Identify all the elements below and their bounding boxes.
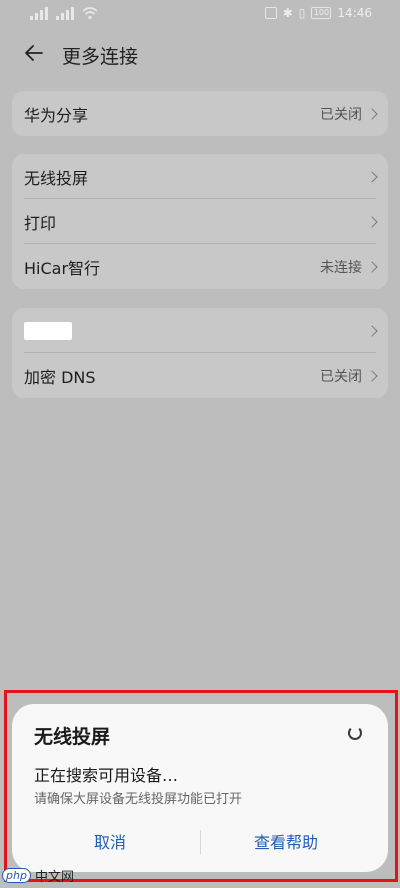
list-item-redacted[interactable] [12,308,388,353]
chevron-right-icon [366,170,378,183]
cancel-button[interactable]: 取消 [94,829,126,853]
signal-icon-2 [56,6,76,20]
button-divider [200,830,201,854]
nfc-icon [264,7,277,19]
status-bar: ✱ ▯ 100 14:46 [0,0,400,30]
list-item-label: 加密 DNS [24,367,96,387]
list-item-private-dns[interactable]: 加密 DNS 已关闭 [12,353,388,398]
dialog-status: 正在搜索可用设备… [34,766,179,785]
card-huawei-share: 华为分享 已关闭 [12,91,388,136]
back-arrow-icon[interactable] [22,41,46,65]
list-item-label: HiCar智行 [24,258,101,278]
battery-icon: 100 [311,7,332,19]
view-help-button[interactable]: 查看帮助 [254,829,318,853]
chevron-right-icon [366,215,378,228]
list-item-huawei-share[interactable]: 华为分享 已关闭 [12,91,388,136]
card-connections: 无线投屏 打印 HiCar智行 未连接 [12,154,388,289]
status-bar-left [30,6,98,20]
list-item-value: 已关闭 [320,106,362,123]
dialog-hint: 请确保大屏设备无线投屏功能已打开 [34,792,243,807]
list-item-print[interactable]: 打印 [12,199,388,244]
list-item-label: 华为分享 [24,105,89,125]
watermark: php 中文网 [2,866,74,885]
signal-icon [30,6,50,20]
chevron-right-icon [366,107,378,120]
chevron-right-icon [366,260,378,273]
page-title: 更多连接 [62,46,139,68]
watermark-site: 中文网 [34,870,74,885]
watermark-logo: php [2,868,31,883]
status-time: 14:46 [337,6,372,20]
list-item-hicar[interactable]: HiCar智行 未连接 [12,244,388,289]
wifi-icon [82,7,98,20]
chevron-right-icon [366,369,378,382]
list-item-label: 打印 [24,213,57,233]
list-item-wireless-projection[interactable]: 无线投屏 [12,154,388,199]
vibrate-icon: ▯ [298,6,306,20]
list-item-value: 已关闭 [320,368,362,385]
status-bar-right: ✱ ▯ 100 14:46 [264,6,372,20]
loading-spinner-icon [348,726,362,740]
bluetooth-icon: ✱ [282,6,293,20]
chevron-right-icon [366,324,378,337]
dialog-title: 无线投屏 [34,726,111,748]
list-item-value: 未连接 [320,259,362,276]
card-network: 加密 DNS 已关闭 [12,308,388,398]
wireless-projection-dialog: 无线投屏 正在搜索可用设备… 请确保大屏设备无线投屏功能已打开 取消 查看帮助 [12,704,388,872]
list-item-label: 无线投屏 [24,168,89,188]
redacted-label [24,321,72,340]
